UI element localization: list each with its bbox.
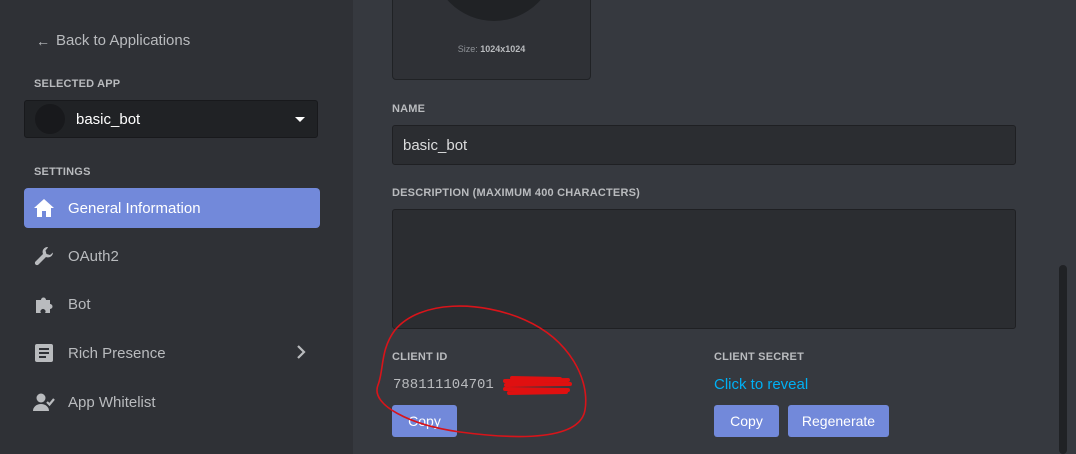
back-to-applications-link[interactable]: ← Back to Applications [36,32,190,49]
description-input[interactable] [392,209,1016,329]
client-id-label: CLIENT ID [392,351,448,363]
sidebar-item-bot[interactable]: Bot [24,284,320,324]
copy-client-id-button[interactable]: Copy [392,405,457,437]
icon-size-value: 1024x1024 [480,44,526,54]
home-icon [33,197,55,219]
back-link-label: Back to Applications [56,32,191,49]
app-selector[interactable]: basic_bot [24,100,318,138]
name-field-label: NAME [392,103,426,115]
sidebar-item-label: Rich Presence [68,344,166,362]
selected-app-name: basic_bot [76,110,141,128]
redaction-scribble [503,376,572,395]
person-icon [33,391,55,413]
regenerate-secret-button[interactable]: Regenerate [788,405,889,437]
app-avatar [35,104,65,134]
chevron-right-icon [296,344,306,364]
sidebar-item-rich-presence[interactable]: Rich Presence [24,333,320,373]
arrow-left-icon: ← [36,32,50,49]
name-input[interactable] [392,125,1016,165]
sidebar: ← Back to Applications SELECTED APP basi… [0,0,353,454]
puzzle-icon [33,293,55,315]
client-id-value: 788111104701 [393,377,494,393]
wrench-icon [33,245,55,267]
sidebar-item-label: Bot [68,295,91,313]
sidebar-item-app-whitelist[interactable]: App Whitelist [24,382,320,422]
selected-app-heading: SELECTED APP [34,78,121,90]
sidebar-item-oauth2[interactable]: OAuth2 [24,236,320,276]
sidebar-item-label: App Whitelist [68,393,156,411]
app-icon-upload[interactable]: Size: 1024x1024 [392,0,591,80]
client-secret-label: CLIENT SECRET [714,351,804,363]
app-icon-preview [432,0,556,21]
icon-size-hint: Size: 1024x1024 [393,44,590,54]
caret-down-icon [295,116,305,122]
reveal-secret-link[interactable]: Click to reveal [714,376,808,393]
sidebar-item-label: OAuth2 [68,247,119,265]
document-icon [33,342,55,364]
settings-heading: SETTINGS [34,166,91,178]
icon-size-label: Size: [457,44,478,54]
sidebar-item-general-information[interactable]: General Information [24,188,320,228]
scrollbar-thumb[interactable] [1059,265,1067,454]
description-field-label: DESCRIPTION (MAXIMUM 400 CHARACTERS) [392,187,640,199]
sidebar-item-label: General Information [68,199,201,217]
copy-client-secret-button[interactable]: Copy [714,405,779,437]
